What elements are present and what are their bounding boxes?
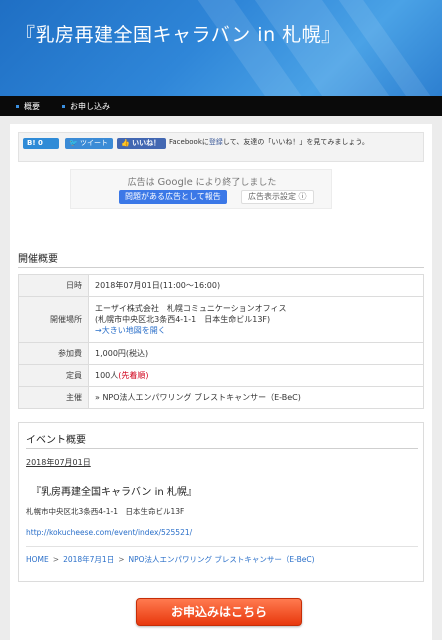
event-name: 『乳房再建全国キャラバン in 札幌』 xyxy=(31,487,197,498)
page-header: 『乳房再建全国キャラバン in 札幌』 xyxy=(0,0,442,96)
datetime-value: 2018年07月01日(11:00〜16:00) xyxy=(88,274,424,297)
capacity-note: (先着順) xyxy=(118,371,149,380)
venue-name: エーザイ株式会社 札幌コミュニケーションオフィス xyxy=(95,304,287,313)
organizer-label: 主催 xyxy=(18,386,89,409)
apply-button[interactable]: お申込みはこちら xyxy=(136,598,302,626)
tweet-button[interactable]: 🐦 ツイート xyxy=(65,138,113,149)
nav-item-label: お申し込み xyxy=(70,102,110,111)
divider xyxy=(26,546,418,547)
table-row: 定員 100人(先着順) xyxy=(18,364,424,387)
tweet-label: ツイート xyxy=(79,139,108,147)
breadcrumb-separator: > xyxy=(52,555,60,564)
breadcrumb-organizer-link[interactable]: NPO法人エンパワリング ブレストキャンサー（E-BeC) xyxy=(129,555,315,564)
table-row: 開催場所 エーザイ株式会社 札幌コミュニケーションオフィス (札幌市中央区北3条… xyxy=(18,296,424,343)
facebook-register-link[interactable]: 登録 xyxy=(209,138,223,146)
capacity-value: 100人(先着順) xyxy=(88,364,424,387)
twitter-bird-icon: 🐦 xyxy=(69,139,78,147)
divider xyxy=(26,448,418,449)
table-row: 参加費 1,000円(税込) xyxy=(18,342,424,365)
breadcrumb-date-link[interactable]: 2018年7月1日 xyxy=(63,555,114,564)
overview-table: 日時 2018年07月01日(11:00〜16:00) 開催場所 エーザイ株式会… xyxy=(18,274,424,409)
site-title[interactable]: 『乳房再建全国キャラバン in 札幌』 xyxy=(16,20,341,47)
event-heading: イベント概要 xyxy=(26,435,86,446)
venue-address: (札幌市中央区北3条西4-1-1 日本生命ビル13F) xyxy=(95,315,271,324)
like-label: いいね！ xyxy=(132,139,161,147)
breadcrumb-separator: > xyxy=(118,555,125,564)
nav-bar: 概要 お申し込み xyxy=(0,96,442,116)
ad-closed-notice: 広告は Google により終了しました 問題がある広告として報告 広告表示設定… xyxy=(70,169,332,209)
capacity-number: 100人 xyxy=(95,371,119,380)
nav-item-overview[interactable]: 概要 xyxy=(16,101,40,112)
table-row: 主催 » NPO法人エンパワリング ブレストキャンサー（E-BeC) xyxy=(18,386,424,409)
facebook-like-button[interactable]: 👍 いいね！ xyxy=(117,138,166,149)
nav-item-label: 概要 xyxy=(24,102,40,111)
ad-line-pre: 広告は xyxy=(127,178,155,188)
fee-label: 参加費 xyxy=(18,342,89,365)
hatena-bookmark-button[interactable]: B! 0 xyxy=(23,138,59,149)
overview-heading: 開催概要 xyxy=(18,254,58,265)
fb-text-pre: Facebookに xyxy=(169,138,209,146)
google-logo: Google xyxy=(157,177,193,188)
nav-item-apply[interactable]: お申し込み xyxy=(62,101,110,112)
organizer-link[interactable]: » NPO法人エンパワリング ブレストキャンサー（E-BeC) xyxy=(88,386,424,409)
social-share-bar: B! 0 🐦 ツイート 👍 いいね！ Facebookに登録して、友達の「いいね… xyxy=(18,132,424,162)
event-url-link[interactable]: http://kokucheese.com/event/index/525521… xyxy=(26,528,192,537)
table-row: 日時 2018年07月01日(11:00〜16:00) xyxy=(18,274,424,297)
main-content: B! 0 🐦 ツイート 👍 いいね！ Facebookに登録して、友達の「いいね… xyxy=(10,124,432,640)
fb-text-post: して、友達の「いいね！」を見てみましょう。 xyxy=(222,138,369,146)
datetime-label: 日時 xyxy=(18,274,89,297)
ad-closed-message: 広告は Google により終了しました xyxy=(71,175,333,188)
fee-value: 1,000円(税込) xyxy=(88,342,424,365)
event-address: 札幌市中央区北3条西4-1-1 日本生命ビル13F xyxy=(26,507,185,516)
divider xyxy=(18,267,424,268)
breadcrumb-home-link[interactable]: HOME xyxy=(26,555,49,564)
bullet-icon xyxy=(16,105,19,108)
capacity-label: 定員 xyxy=(18,364,89,387)
open-map-link[interactable]: →大きい地図を開く xyxy=(95,325,417,336)
venue-label: 開催場所 xyxy=(18,296,89,343)
report-ad-button[interactable]: 問題がある広告として報告 xyxy=(119,190,227,204)
bullet-icon xyxy=(62,105,65,108)
breadcrumb: HOME >2018年7月1日 > NPO法人エンパワリング ブレストキャンサー（E-… xyxy=(26,554,315,565)
ad-settings-button[interactable]: 広告表示設定 ⓘ xyxy=(241,190,314,204)
event-summary-box: イベント概要 2018年07月01日 『乳房再建全国キャラバン in 札幌』 札… xyxy=(18,422,424,582)
facebook-prompt-text: Facebookに登録して、友達の「いいね！」を見てみましょう。 xyxy=(169,138,419,147)
venue-value: エーザイ株式会社 札幌コミュニケーションオフィス (札幌市中央区北3条西4-1-… xyxy=(88,296,424,343)
thumbs-up-icon: 👍 xyxy=(121,139,130,147)
ad-line-post: により終了しました xyxy=(195,178,277,188)
event-date: 2018年07月01日 xyxy=(26,458,91,467)
